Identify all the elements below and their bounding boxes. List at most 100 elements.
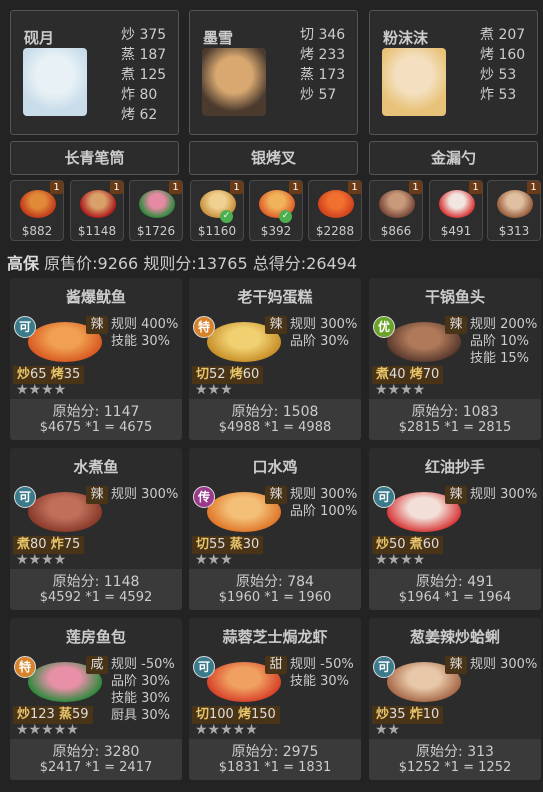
recipe-card[interactable]: 莲房鱼包特 咸规则 -50% 品阶 30% 技能 30% 厨具 30% 炒123 蒸59 ★… xyxy=(10,618,182,780)
skill-name: 炒 xyxy=(300,87,314,103)
chef-name: 砚月 xyxy=(24,29,55,47)
price-calc: $1831 *1 = 1831 xyxy=(218,760,332,775)
chef-skill-row: 炒 375 xyxy=(121,25,166,45)
ingredient-item[interactable]: 1 $882 xyxy=(10,180,64,241)
skill-value: 207 xyxy=(498,27,526,43)
skill-name: 烤 xyxy=(121,107,135,123)
check-icon: ✓ xyxy=(279,210,292,223)
chef-skill-row: 烤 62 xyxy=(121,105,166,125)
flavor-badge: 辣 xyxy=(445,316,467,334)
recipe-card[interactable]: 蒜蓉芝士焗龙虾可甜规则 -50% 技能 30% 切100 烤150 ★★★★★ 原始分:… xyxy=(189,618,361,780)
count-badge: 1 xyxy=(110,181,123,194)
score-footer: 原始分: 313 $1252 *1 = 1252 xyxy=(369,739,541,780)
item-price: $1148 xyxy=(77,224,117,238)
skill-name: 炒 xyxy=(376,537,390,552)
rarity-badge: 特 xyxy=(14,656,36,678)
recipe-card[interactable]: 酱爆鱿鱼可辣规则 400% 技能 30% 炒65 烤35 ★★★★ 原始分: 1147 $… xyxy=(10,278,182,440)
recipe-card[interactable]: 葱姜辣炒蛤蜊可辣规则 300% 炒35 炸10 ★★ 原始分: 313 $1252 *1… xyxy=(369,618,541,780)
star-rating: ★★★★★ xyxy=(195,722,258,738)
raw-score: 原始分: 3280 xyxy=(10,741,182,761)
skill-value: 53 xyxy=(498,87,517,103)
equipment-slot[interactable]: 金漏勺 xyxy=(369,141,538,175)
flavor-badge: 辣 xyxy=(265,316,287,334)
skill-value: 150 xyxy=(251,707,276,722)
chef-skills: 煮 207 烤 160 炒 53 炸 53 xyxy=(480,25,525,105)
skill-value: 50 xyxy=(389,537,406,552)
ingredient-item[interactable]: 1 $491 xyxy=(429,180,483,241)
raw-score: 原始分: 1147 xyxy=(10,401,182,421)
raw-score: 原始分: 1508 xyxy=(189,401,361,421)
star-rating: ★★★★★ xyxy=(16,722,79,738)
score-summary: 高保 原售价:9266 规则分:13765 总得分:26494 xyxy=(7,250,357,274)
chef-card[interactable]: 砚月炒 375 蒸 187 煮 125 炸 80 烤 62 xyxy=(10,10,179,135)
bonus-list: 规则 -50% 技能 30% xyxy=(290,656,354,690)
recipe-card[interactable]: 水煮鱼可辣规则 300% 煮80 炸75 ★★★★ 原始分: 1148 $4592 *1… xyxy=(10,448,182,610)
summary-total-label: 总得分: xyxy=(252,254,307,273)
flavor-badge: 辣 xyxy=(265,486,287,504)
bonus-line: 品阶 30% xyxy=(111,674,171,689)
recipe-card[interactable]: 老干妈蛋糕特辣规则 300% 品阶 30% 切52 烤60 ★★★ 原始分: 1508 $… xyxy=(189,278,361,440)
recipe-card[interactable]: 干锅鱼头优辣规则 200% 品阶 10% 技能 15% 煮40 烤70 ★★★★ 原始分:… xyxy=(369,278,541,440)
bonus-line: 规则 300% xyxy=(290,317,358,332)
bonus-list: 规则 300% 品阶 100% xyxy=(290,486,357,520)
summary-price: 9266 xyxy=(97,254,139,273)
bonus-line: 规则 -50% xyxy=(111,657,175,672)
skill-name: 切 xyxy=(300,27,314,43)
chef-card[interactable]: 墨雪切 346 烤 233 蒸 173 炒 57 xyxy=(189,10,358,135)
skill-value: 375 xyxy=(139,27,167,43)
skill-name: 煮 xyxy=(480,27,494,43)
ingredient-item[interactable]: 1 $2288 xyxy=(308,180,362,241)
bonus-line: 技能 30% xyxy=(111,334,171,349)
equipment-slot[interactable]: 长青笔筒 xyxy=(10,141,179,175)
raw-score-label: 原始分: xyxy=(236,574,283,590)
skill-value: 70 xyxy=(422,367,440,382)
skill-value: 55 xyxy=(209,537,226,552)
raw-score-label: 原始分: xyxy=(411,404,459,420)
rarity-badge: 可 xyxy=(14,486,36,508)
equipment-slot[interactable]: 银烤叉 xyxy=(189,141,358,175)
raw-score-value: 1508 xyxy=(282,404,319,420)
recipe-title: 水煮鱼 xyxy=(73,458,119,476)
ingredient-item[interactable]: 1 $313 xyxy=(487,180,541,241)
skill-name: 炒 xyxy=(17,367,31,382)
chef-card[interactable]: 粉沫沫煮 207 烤 160 炒 53 炸 53 xyxy=(369,10,538,135)
skill-value: 173 xyxy=(318,67,346,83)
chef-skill-row: 煮 207 xyxy=(480,25,525,45)
summary-rule: 13765 xyxy=(196,254,248,273)
recipe-title: 口水鸡 xyxy=(252,458,298,476)
star-rating: ★★★★ xyxy=(375,552,426,568)
bonus-line: 规则 300% xyxy=(470,487,538,502)
chef-skill-row: 烤 160 xyxy=(480,45,525,65)
skill-name: 烤 xyxy=(409,367,423,382)
chef-skill-row: 炸 53 xyxy=(480,85,525,105)
recipe-card[interactable]: 红油抄手可辣规则 300% 炒50 煮60 ★★★★ 原始分: 491 $1964 *1… xyxy=(369,448,541,610)
ingredient-item[interactable]: 1 $1148 xyxy=(70,180,124,241)
skill-name: 烤 xyxy=(300,47,314,63)
raw-score: 原始分: 491 xyxy=(369,571,541,591)
recipe-title: 干锅鱼头 xyxy=(424,288,485,306)
recipe-card[interactable]: 口水鸡传辣规则 300% 品阶 100% 切55 蒸30 ★★★ 原始分: 784 $19… xyxy=(189,448,361,610)
score-footer: 原始分: 2975 $1831 *1 = 1831 xyxy=(189,739,361,780)
bonus-line: 技能 30% xyxy=(290,674,350,689)
count-badge: 1 xyxy=(348,181,361,194)
star-rating: ★★★★ xyxy=(375,382,426,398)
skill-name: 煮 xyxy=(121,67,135,83)
skill-value: 160 xyxy=(498,47,526,63)
rarity-badge: 特 xyxy=(193,316,215,338)
skill-name: 煮 xyxy=(17,537,31,552)
skill-value: 57 xyxy=(318,87,337,103)
ingredient-item[interactable]: 1 $1726 xyxy=(129,180,183,241)
flavor-badge: 辣 xyxy=(86,486,108,504)
ingredient-item[interactable]: 1 ✓ $392 xyxy=(249,180,303,241)
count-badge: 1 xyxy=(230,181,243,194)
skill-value: 52 xyxy=(209,367,226,382)
bonus-line: 规则 300% xyxy=(470,657,538,672)
skill-name: 切 xyxy=(196,537,210,552)
flavor-badge: 辣 xyxy=(445,656,467,674)
raw-score-label: 原始分: xyxy=(52,744,100,760)
ingredient-item[interactable]: 1 $866 xyxy=(369,180,423,241)
skill-name: 烤 xyxy=(50,367,64,382)
raw-score-value: 1147 xyxy=(103,404,140,420)
ingredient-item[interactable]: 1 ✓ $1160 xyxy=(190,180,244,241)
chef-skill-row: 炒 57 xyxy=(300,85,345,105)
